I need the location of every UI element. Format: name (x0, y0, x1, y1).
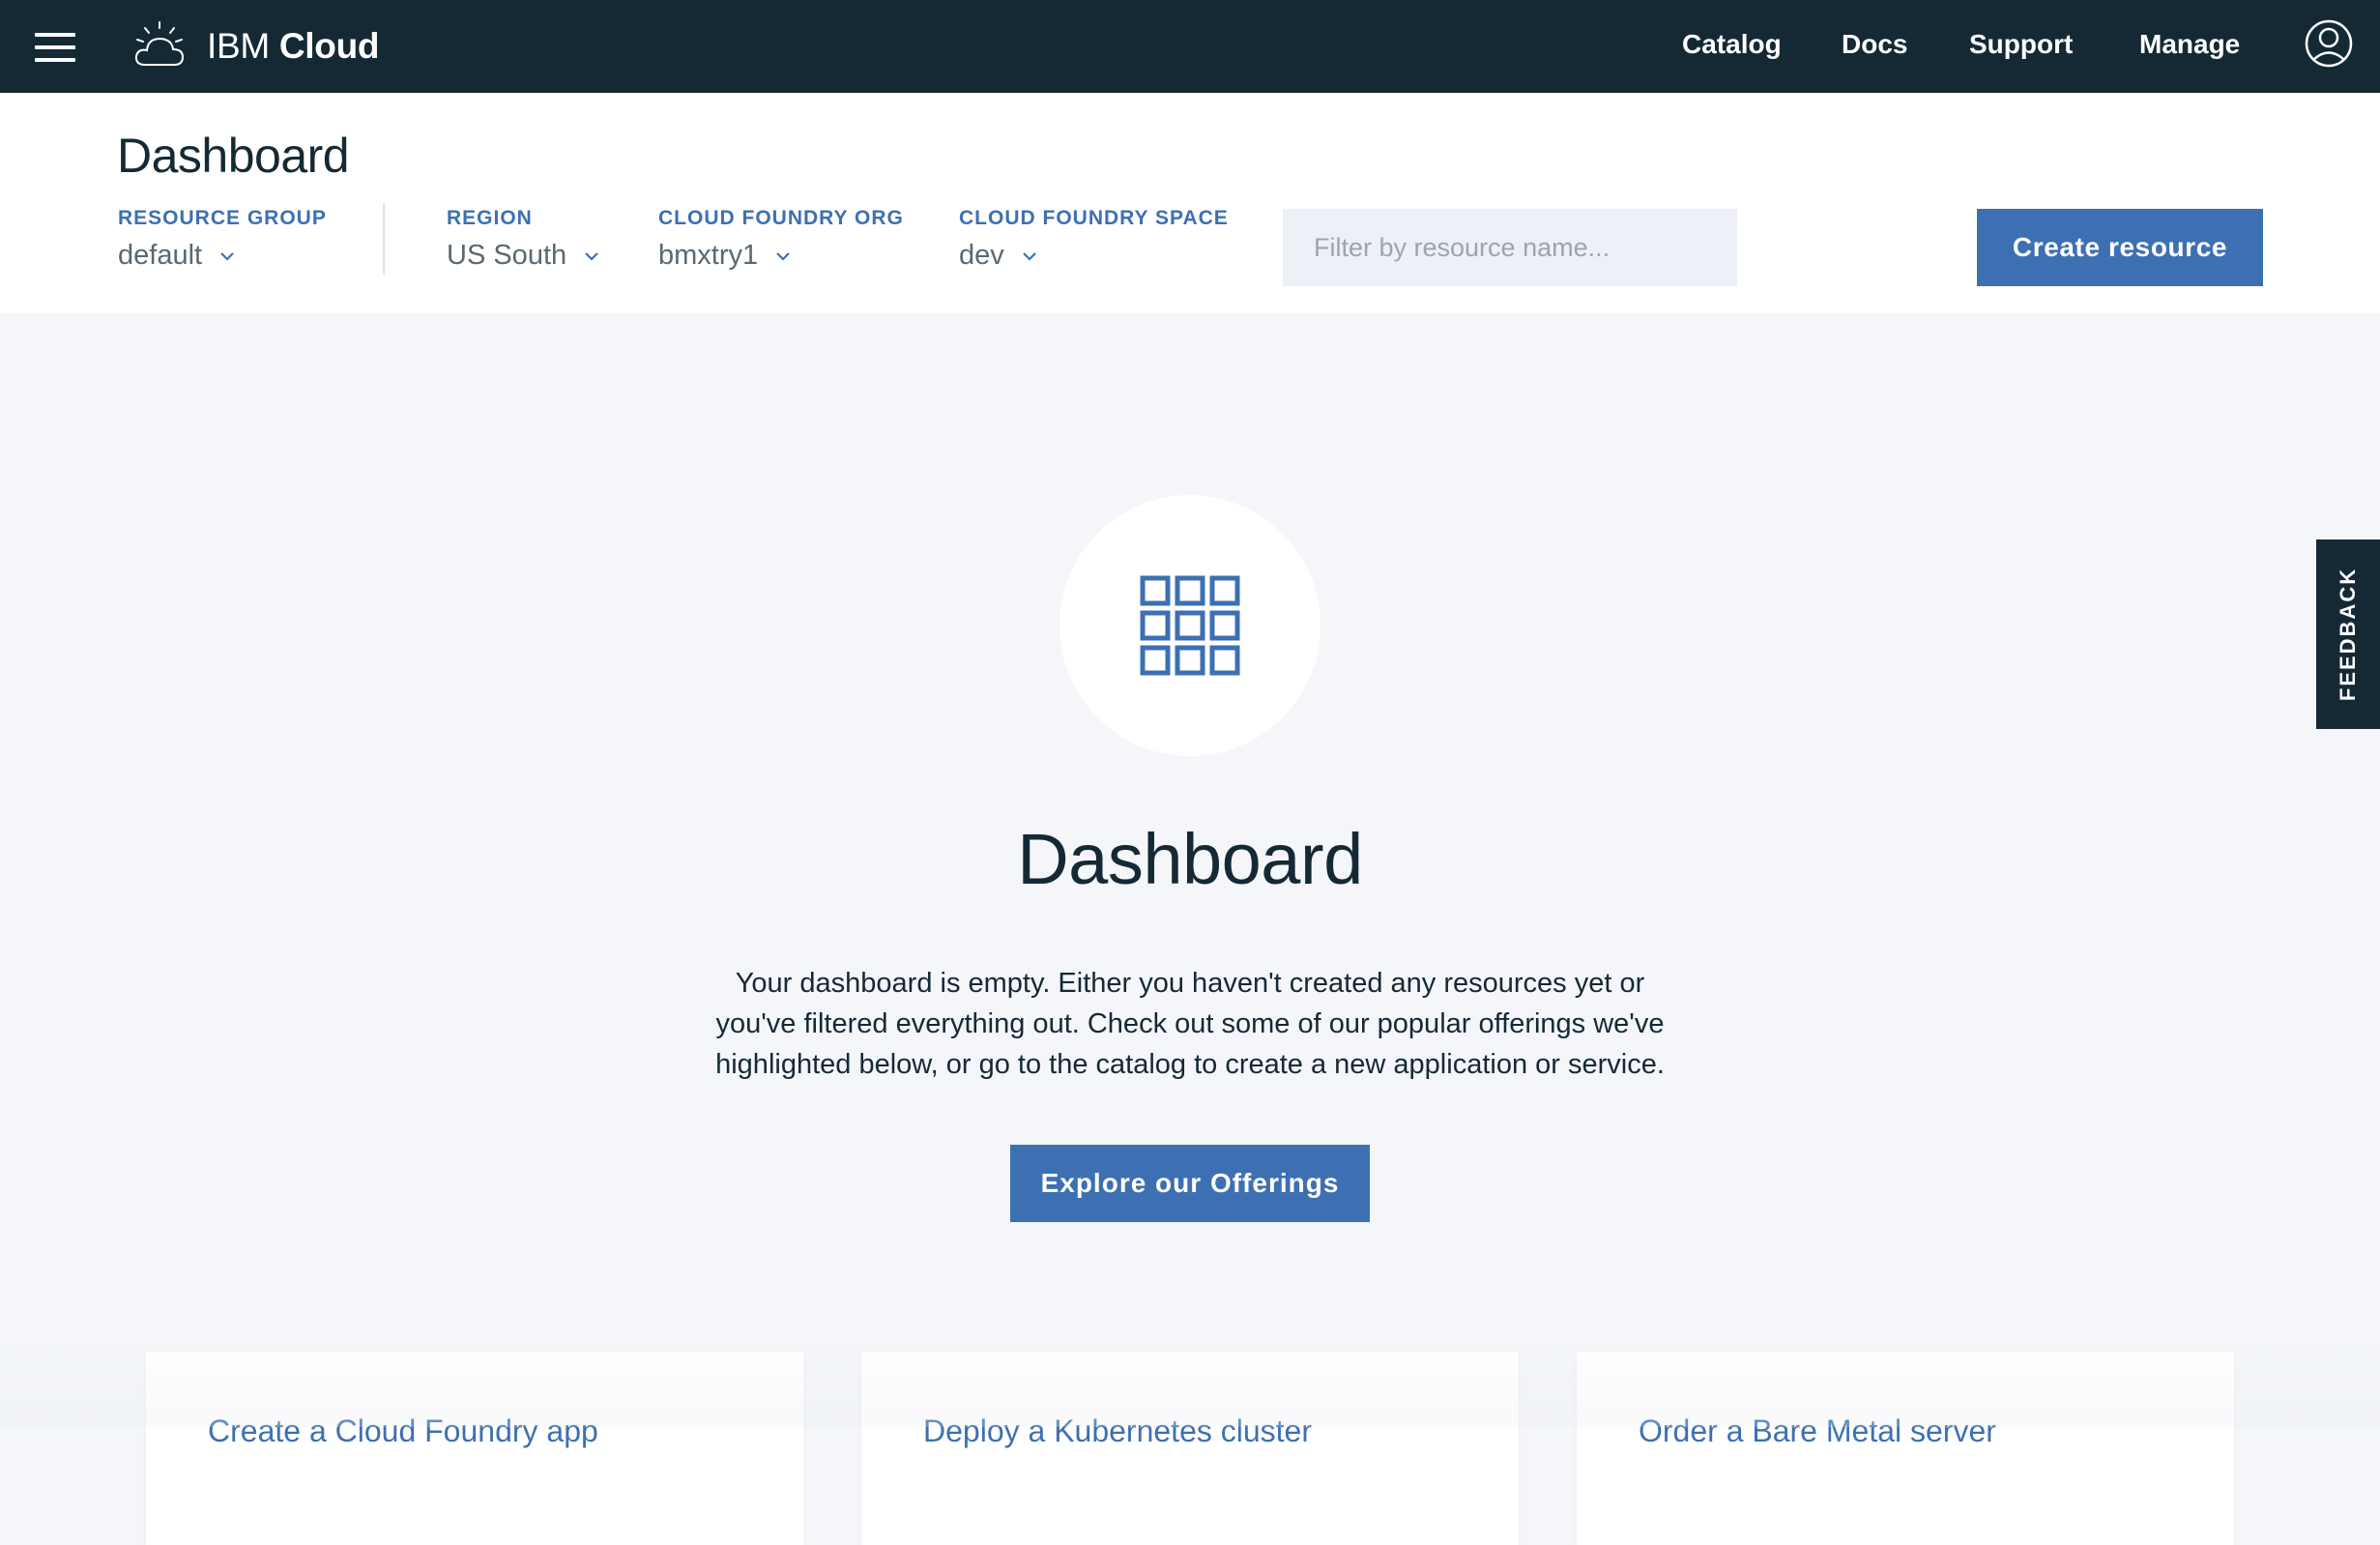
empty-state-description: Your dashboard is empty. Either you have… (715, 968, 1665, 1080)
chevron-down-icon (220, 251, 234, 261)
resource-filter-input[interactable] (1283, 209, 1737, 286)
cf-org-value: bmxtry1 (658, 240, 759, 271)
nav-manage-link[interactable]: Manage (2139, 29, 2240, 60)
resource-group-value: default (118, 240, 203, 271)
cf-space-label: CLOUD FOUNDRY SPACE (959, 207, 1229, 229)
brand-name: IBM Cloud (207, 26, 379, 67)
brand-ibm: IBM (207, 26, 270, 66)
brand-cloud: Cloud (278, 26, 380, 66)
chevron-down-icon (585, 251, 598, 261)
offering-card[interactable]: Create a Cloud Foundry app (146, 1352, 803, 1545)
region-label: REGION (447, 207, 533, 229)
cf-space-value: dev (959, 240, 1004, 271)
cf-space-filter: CLOUD FOUNDRY SPACE dev (959, 207, 1229, 272)
explore-offerings-button[interactable]: Explore our Offerings (1010, 1145, 1370, 1222)
page-title: Dashboard (117, 129, 350, 183)
region-dropdown[interactable]: US South (447, 240, 599, 272)
dashboard-header: Dashboard RESOURCE GROUP default REGION … (0, 93, 2380, 313)
resource-group-label: RESOURCE GROUP (118, 207, 327, 229)
nav-support-link[interactable]: Support (1969, 29, 2073, 60)
chevron-down-icon (1022, 251, 1036, 261)
brand[interactable]: IBM Cloud (131, 19, 379, 73)
offering-card-title: Create a Cloud Foundry app (208, 1414, 598, 1448)
cf-org-dropdown[interactable]: bmxtry1 (658, 240, 904, 272)
resource-group-filter: RESOURCE GROUP default (118, 207, 327, 272)
cf-org-filter: CLOUD FOUNDRY ORG bmxtry1 (658, 207, 904, 272)
offering-card-title: Order a Bare Metal server (1639, 1414, 1996, 1448)
region-filter: REGION US South (447, 207, 599, 272)
user-avatar-icon[interactable] (2305, 19, 2353, 68)
empty-state-title: Dashboard (1017, 819, 1363, 899)
offering-card-title: Deploy a Kubernetes cluster (923, 1414, 1312, 1448)
region-value: US South (447, 240, 567, 271)
nav-catalog-link[interactable]: Catalog (1682, 29, 1782, 60)
ibm-cloud-logo-icon (134, 21, 185, 66)
chevron-down-icon (776, 251, 790, 261)
top-nav: IBM Cloud Catalog Docs Support Manage (0, 0, 2380, 93)
resource-group-dropdown[interactable]: default (118, 240, 327, 272)
filter-divider (383, 203, 385, 275)
feedback-label: FEEDBACK (2336, 567, 2361, 702)
nav-docs-link[interactable]: Docs (1842, 29, 1907, 60)
hamburger-menu-icon[interactable] (35, 33, 75, 62)
feedback-tab[interactable]: FEEDBACK (2316, 539, 2380, 729)
grid-icon (1140, 575, 1240, 676)
offering-card[interactable]: Deploy a Kubernetes cluster (861, 1352, 1519, 1545)
empty-state-icon-circle (1059, 495, 1321, 756)
create-resource-button[interactable]: Create resource (1977, 209, 2263, 286)
cf-space-dropdown[interactable]: dev (959, 240, 1229, 272)
cf-org-label: CLOUD FOUNDRY ORG (658, 207, 904, 229)
offering-card[interactable]: Order a Bare Metal server (1577, 1352, 2234, 1545)
